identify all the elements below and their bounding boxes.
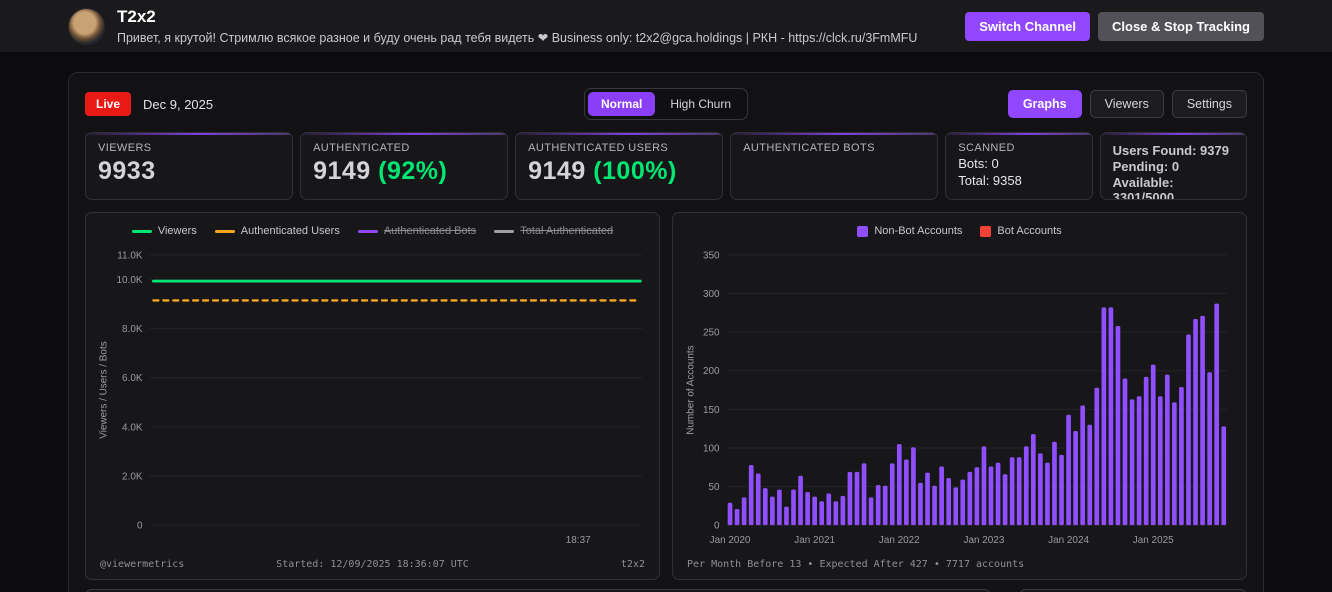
svg-text:8.0K: 8.0K (122, 324, 143, 335)
switch-channel-button[interactable]: Switch Channel (965, 11, 1091, 41)
tab-settings[interactable]: Settings (1171, 90, 1247, 118)
header-actions: Switch Channel Close & Stop Tracking (965, 11, 1264, 41)
line-chart-footer: @viewermetrics Started: 12/09/2025 18:36… (92, 553, 653, 575)
channel-avatar[interactable] (68, 7, 105, 45)
bar-chart-footer: Per Month Before 13 • Expected After 427… (679, 553, 1240, 575)
live-status-badge: Live (85, 92, 132, 116)
viewers-line-chart-card: Viewers Authenticated Users Authenticated … (85, 212, 660, 580)
line-chart-legend: Viewers Authenticated Users Authenticated … (92, 219, 653, 243)
legend-swatch (214, 229, 235, 233)
legend-item-authenticated-bots[interactable]: Authenticated Bots (357, 225, 477, 237)
toolbar: Live Dec 9, 2025 Normal High Churn Graph… (85, 88, 1247, 120)
channel-header: T2x2 Привет, я крутой! Стримлю всякое ра… (0, 0, 1332, 52)
footer-channel-name: t2x2 (620, 558, 645, 570)
stat-card-authenticated-users: AUTHENTICATED USERS 9149 (100%) (515, 132, 724, 200)
legend-swatch (980, 225, 992, 237)
legend-swatch (131, 229, 152, 233)
legend-item-bot-accounts[interactable]: Bot Accounts (980, 225, 1062, 237)
stat-percent: (100%) (593, 157, 677, 185)
mode-normal-button[interactable]: Normal (587, 92, 656, 116)
legend-label: Total Authenticated (520, 225, 614, 237)
legend-item-authenticated-users[interactable]: Authenticated Users (214, 225, 340, 237)
svg-text:Jan 2020: Jan 2020 (710, 535, 751, 546)
close-stop-tracking-button[interactable]: Close & Stop Tracking (1098, 11, 1264, 41)
bar-chart-legend: Non-Bot Accounts Bot Accounts (679, 219, 1240, 243)
tab-viewers[interactable]: Viewers (1089, 90, 1164, 118)
svg-text:150: 150 (703, 405, 720, 416)
svg-text:250: 250 (703, 328, 720, 339)
mode-high-churn-button[interactable]: High Churn (657, 92, 744, 116)
stat-card-scanned: SCANNED Bots: 0 Total: 9358 (945, 132, 1093, 200)
svg-text:350: 350 (703, 250, 720, 261)
channel-description: Привет, я крутой! Стримлю всякое разное … (117, 30, 918, 45)
svg-text:0: 0 (137, 521, 143, 532)
stats-row: VIEWERS 9933 AUTHENTICATED 9149 (92%) AU… (85, 132, 1247, 200)
stat-value: 9933 (98, 157, 156, 185)
accounts-bar-chart-card: Non-Bot Accounts Bot Accounts 0 50 100 150 20… (672, 212, 1247, 580)
svg-text:Jan 2023: Jan 2023 (964, 535, 1005, 546)
footer-started-timestamp: Started: 12/09/2025 18:36:07 UTC (276, 558, 469, 570)
svg-text:Jan 2022: Jan 2022 (879, 535, 920, 546)
svg-text:6.0K: 6.0K (122, 373, 143, 384)
svg-text:18:37: 18:37 (566, 535, 591, 546)
stat-label: VIEWERS (98, 142, 152, 154)
legend-label: Bot Accounts (997, 225, 1062, 237)
stream-date: Dec 9, 2025 (143, 96, 214, 112)
legend-item-total-authenticated[interactable]: Total Authenticated (494, 225, 613, 237)
legend-swatch (857, 225, 869, 237)
footer-watermark: @viewermetrics (100, 558, 185, 570)
legend-item-non-bot-accounts[interactable]: Non-Bot Accounts (857, 225, 962, 237)
footer-expected-stats: Per Month Before 13 • Expected After 427… (687, 558, 1025, 570)
svg-text:Jan 2025: Jan 2025 (1133, 535, 1174, 546)
stat-label: AUTHENTICATED (313, 142, 410, 154)
stat-value: 9149 (100%) (528, 157, 677, 185)
legend-swatch (494, 229, 515, 233)
legend-label: Authenticated Users (240, 225, 340, 237)
svg-text:Jan 2021: Jan 2021 (794, 535, 835, 546)
svg-text:0: 0 (714, 521, 720, 532)
svg-text:100: 100 (703, 443, 720, 454)
legend-label: Authenticated Bots (383, 225, 477, 237)
svg-text:Viewers / Users / Bots: Viewers / Users / Bots (99, 341, 110, 438)
stat-value: 9149 (92%) (313, 157, 448, 185)
channel-title: T2x2 (117, 7, 156, 27)
charts-row: Viewers Authenticated Users Authenticated … (85, 212, 1247, 580)
stat-card-authenticated: AUTHENTICATED 9149 (92%) (300, 132, 509, 200)
svg-text:200: 200 (703, 366, 720, 377)
viewers-line-chart[interactable]: 0 2.0K 4.0K 6.0K 8.0K 10.0K 11.0K 18:37 Viewers … (92, 243, 654, 553)
svg-text:2.0K: 2.0K (122, 472, 143, 483)
scanned-total-line: Total: 9358 (958, 173, 1022, 188)
stat-label: SCANNED (958, 142, 1015, 154)
stat-percent: (92%) (378, 157, 448, 185)
svg-text:Jan 2024: Jan 2024 (1048, 535, 1089, 546)
svg-text:300: 300 (703, 289, 720, 300)
tab-graphs[interactable]: Graphs (1007, 90, 1082, 118)
svg-text:11.0K: 11.0K (117, 250, 143, 261)
svg-text:10.0K: 10.0K (117, 275, 143, 286)
stat-label: AUTHENTICATED BOTS (743, 142, 875, 154)
stat-card-viewers: VIEWERS 9933 (85, 132, 294, 200)
available-line: Available: 3301/5000 (1112, 175, 1175, 200)
legend-item-viewers[interactable]: Viewers (131, 225, 197, 237)
svg-text:Number of Accounts: Number of Accounts (686, 345, 697, 434)
channel-meta: T2x2 Привет, я крутой! Стримлю всякое ра… (117, 7, 953, 44)
users-found-line: Users Found: 9379 (1112, 143, 1229, 158)
churn-mode-toggle: Normal High Churn (583, 88, 749, 120)
stat-card-users-found: Users Found: 9379 Pending: 0 Available: … (1099, 132, 1247, 200)
stat-card-authenticated-bots: AUTHENTICATED BOTS (730, 132, 939, 200)
stat-label: AUTHENTICATED USERS (528, 142, 669, 154)
main-panel: Live Dec 9, 2025 Normal High Churn Graph… (68, 72, 1264, 592)
svg-text:4.0K: 4.0K (122, 422, 143, 433)
legend-label: Viewers (157, 225, 197, 237)
view-switcher: Graphs Viewers Settings (1007, 90, 1247, 118)
scanned-bots-line: Bots: 0 (958, 156, 999, 171)
legend-label: Non-Bot Accounts (874, 225, 963, 237)
pending-line: Pending: 0 (1112, 159, 1180, 174)
svg-text:50: 50 (709, 482, 721, 493)
accounts-bar-chart[interactable]: 0 50 100 150 200 250 300 350 Number of Accounts J… (679, 243, 1241, 553)
legend-swatch (357, 229, 378, 233)
